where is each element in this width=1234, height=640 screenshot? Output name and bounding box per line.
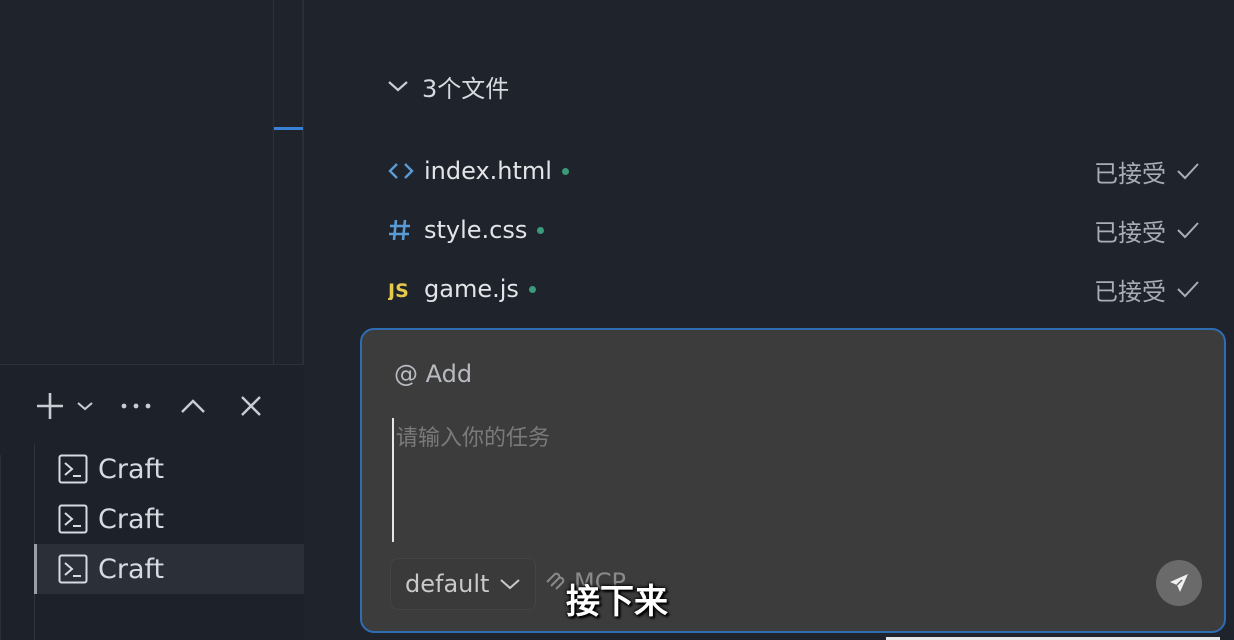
ellipsis-icon (121, 403, 151, 409)
mode-select-value: default (405, 570, 490, 598)
status-label: 已接受 (1094, 218, 1166, 247)
file-row[interactable]: style.css 已接受 (388, 210, 1200, 250)
file-name: style.css (424, 216, 528, 244)
chevron-down-icon (77, 402, 93, 411)
svg-text:JS: JS (388, 280, 409, 300)
mcp-icon (546, 572, 565, 590)
close-panel-button[interactable] (234, 384, 268, 428)
terminal-list: Craft Craft Craft (34, 444, 304, 640)
chat-input-box: @ Add default MCP (360, 328, 1226, 633)
file-name: game.js (424, 275, 519, 303)
check-icon (1177, 163, 1199, 180)
editor-area (0, 0, 304, 365)
terminal-icon (58, 504, 88, 534)
close-icon (241, 396, 261, 416)
check-icon (1177, 222, 1199, 239)
status-label: 已接受 (1094, 159, 1166, 188)
chevron-down-icon (388, 81, 408, 92)
terminal-toolbar (0, 384, 304, 428)
new-terminal-button[interactable] (32, 384, 68, 428)
mcp-label: MCP (574, 568, 626, 596)
file-name: index.html (424, 157, 552, 185)
mcp-button[interactable]: MCP (542, 562, 626, 602)
send-icon (1170, 574, 1188, 592)
divider (0, 364, 304, 365)
file-status: 已接受 (1094, 272, 1200, 307)
divider (273, 0, 274, 365)
terminal-item-label: Craft (98, 453, 165, 485)
terminal-item-active[interactable]: Craft (34, 544, 304, 594)
active-tab-indicator (274, 127, 303, 130)
file-row[interactable]: index.html 已接受 (388, 151, 1200, 191)
task-input[interactable] (392, 418, 1198, 542)
chevron-down-icon (500, 579, 521, 590)
file-row[interactable]: JS game.js 已接受 (388, 269, 1200, 309)
modified-dot (537, 226, 545, 234)
terminal-icon (58, 454, 88, 484)
mode-select[interactable]: default (390, 558, 537, 610)
terminal-item[interactable]: Craft (34, 494, 304, 544)
left-pane: Craft Craft Craft (0, 0, 304, 640)
terminal-item-label: Craft (98, 553, 165, 585)
add-context-button[interactable]: @ Add (394, 360, 472, 388)
files-count-label: 3个文件 (422, 74, 510, 103)
css-icon (388, 218, 416, 242)
terminal-icon (58, 554, 88, 584)
divider (0, 455, 1, 640)
chevron-up-icon (181, 399, 205, 413)
modified-dot (561, 167, 569, 175)
html-icon (388, 161, 416, 181)
plus-icon (37, 393, 63, 419)
maximize-panel-button[interactable] (176, 384, 210, 428)
file-status: 已接受 (1094, 213, 1200, 248)
file-status: 已接受 (1094, 154, 1200, 189)
more-actions-button[interactable] (116, 384, 156, 428)
modified-dot (528, 285, 536, 293)
status-label: 已接受 (1094, 277, 1166, 306)
terminal-item-label: Craft (98, 503, 165, 535)
send-button[interactable] (1156, 560, 1202, 606)
terminal-dropdown-button[interactable] (72, 384, 98, 428)
check-icon (1177, 281, 1199, 298)
terminal-item[interactable]: Craft (34, 444, 304, 494)
files-collapse-toggle[interactable]: 3个文件 (386, 66, 509, 106)
js-icon: JS (388, 278, 416, 300)
